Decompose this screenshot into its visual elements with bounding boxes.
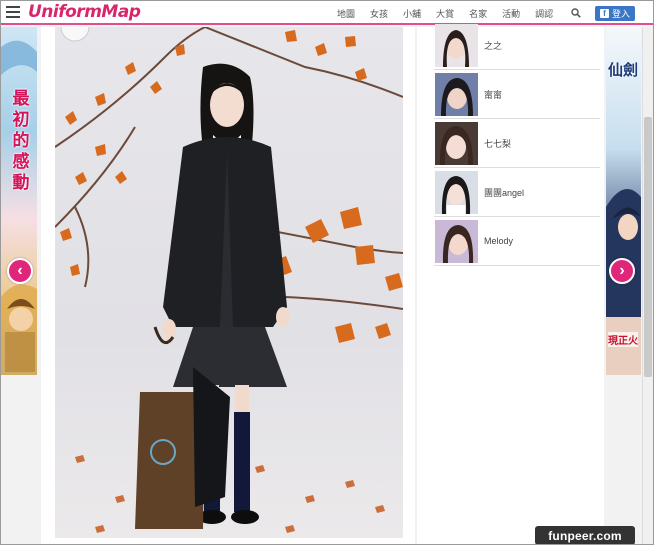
- right-banner-ad[interactable]: 仙劍 現正火: [606, 27, 641, 375]
- avatar: [435, 121, 478, 165]
- right-banner-text: 仙劍: [608, 61, 639, 79]
- list-item[interactable]: 七七梨: [434, 119, 600, 168]
- facebook-icon: f: [599, 9, 609, 18]
- right-banner-subtext: 現正火: [608, 332, 638, 347]
- member-sidebar: 之之 甯甯 七七梨 團團angel Melody: [417, 23, 604, 544]
- scrollbar-thumb[interactable]: [644, 117, 652, 377]
- member-name: 甯甯: [484, 89, 503, 100]
- left-banner-ad[interactable]: 最初的感動: [1, 27, 37, 375]
- nav-item-girls[interactable]: 女孩: [370, 7, 388, 20]
- photo-illustration: [55, 27, 403, 533]
- browser-frame: UniformMap 地圖 女孩 小舖 大賞 名家 活動 調認 f 登入 最初的…: [0, 0, 654, 545]
- watermark: funpeer.com: [535, 526, 635, 544]
- main-photo[interactable]: [55, 27, 403, 538]
- login-label: 登入: [611, 9, 630, 19]
- previous-arrow-button[interactable]: ‹: [7, 258, 33, 284]
- member-name: 團團angel: [484, 187, 525, 198]
- left-banner-artwork: [1, 40, 37, 375]
- list-item[interactable]: 團團angel: [434, 168, 600, 217]
- next-arrow-button[interactable]: ›: [609, 258, 635, 284]
- left-banner-text: 最初的感動: [12, 89, 30, 193]
- main-content-column: [41, 27, 415, 544]
- list-item[interactable]: 甯甯: [434, 70, 600, 119]
- search-icon[interactable]: [571, 8, 581, 18]
- list-item[interactable]: 之之: [434, 21, 600, 70]
- login-button[interactable]: f 登入: [595, 6, 635, 21]
- list-item[interactable]: Melody: [434, 217, 600, 266]
- vertical-scrollbar[interactable]: [642, 27, 653, 544]
- nav-item-verify[interactable]: 調認: [535, 7, 553, 20]
- nav-item-artists[interactable]: 名家: [469, 7, 487, 20]
- nav-item-map[interactable]: 地圖: [337, 7, 355, 20]
- member-name: 七七梨: [484, 138, 512, 149]
- avatar: [435, 23, 478, 67]
- member-name: 之之: [484, 40, 503, 51]
- nav-item-shop[interactable]: 小舖: [403, 7, 421, 20]
- member-name: Melody: [484, 236, 514, 246]
- avatar: [435, 170, 478, 214]
- nav-item-events[interactable]: 活動: [502, 7, 520, 20]
- avatar: [435, 72, 478, 116]
- site-logo[interactable]: UniformMap: [28, 2, 141, 22]
- nav-item-awards[interactable]: 大賞: [436, 7, 454, 20]
- avatar: [435, 219, 478, 263]
- hamburger-menu-icon[interactable]: [6, 6, 20, 18]
